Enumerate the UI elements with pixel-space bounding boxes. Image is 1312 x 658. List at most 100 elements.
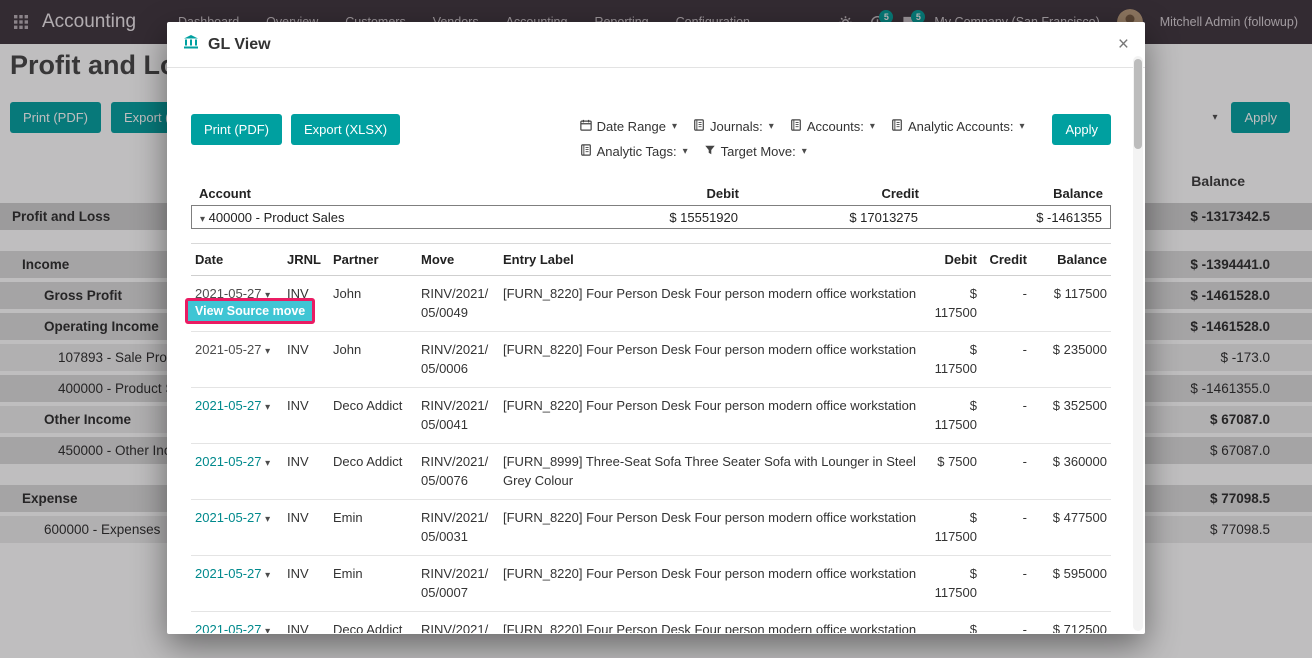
chevron-down-icon[interactable]: ▾ — [265, 346, 270, 357]
entry-move: RINV/2021/05/0046 — [417, 612, 499, 634]
entry-move: RINV/2021/05/0006 — [417, 332, 499, 388]
entry-label: [FURN_8999] Three-Seat Sofa Three Seater… — [499, 444, 925, 500]
gl-view-modal: GL View × Print (PDF) Export (XLSX) Date… — [167, 22, 1145, 634]
modal-title: GL View — [208, 36, 271, 54]
summary-header-account: Account — [199, 186, 549, 201]
entry-partner: John — [329, 332, 417, 388]
filter-line-2: Analytic Tags:▾Target Move:▾ — [580, 139, 1041, 164]
entry-balance: $ 352500 — [1031, 388, 1111, 444]
chevron-down-icon[interactable]: ▾ — [265, 514, 270, 525]
filter-label: Target Move: — [721, 139, 796, 164]
entry-balance: $ 235000 — [1031, 332, 1111, 388]
entry-date-link[interactable]: 2021-05-27 — [195, 510, 262, 525]
entry-balance: $ 595000 — [1031, 556, 1111, 612]
modal-scrollbar[interactable] — [1133, 56, 1143, 631]
entry-balance: $ 712500 — [1031, 612, 1111, 634]
gl-apply-button[interactable]: Apply — [1052, 114, 1111, 145]
entry-debit: $ 7500 — [925, 444, 981, 500]
chevron-down-icon: ▾ — [870, 114, 875, 139]
chevron-down-icon[interactable]: ▾ — [200, 214, 205, 225]
entry-jrnl: INV — [283, 332, 329, 388]
column-header-date: Date — [191, 244, 283, 276]
filter-line-1: Date Range▾Journals:▾Accounts:▾Analytic … — [580, 114, 1041, 139]
chevron-down-icon: ▾ — [683, 139, 688, 164]
journal-icon — [891, 114, 903, 139]
entry-credit: - — [981, 612, 1031, 634]
entry-partner: Deco Addict — [329, 388, 417, 444]
summary-header-credit: Credit — [739, 186, 919, 201]
entry-jrnl: INV — [283, 388, 329, 444]
filter-journals[interactable]: Journals:▾ — [693, 114, 774, 139]
entry-date-link[interactable]: 2021-05-27 — [195, 454, 262, 469]
entry-credit: - — [981, 332, 1031, 388]
entry-partner: Emin — [329, 500, 417, 556]
filter-label: Accounts: — [807, 114, 864, 139]
entry-date-link[interactable]: 2021-05-27 — [195, 566, 262, 581]
journal-icon — [790, 114, 802, 139]
entry-jrnl: INV — [283, 556, 329, 612]
entry-credit: - — [981, 556, 1031, 612]
entry-debit: $ 117500 — [925, 556, 981, 612]
bank-icon — [183, 34, 199, 55]
column-header-jrnl: JRNL — [283, 244, 329, 276]
column-header-debit: Debit — [925, 244, 981, 276]
entry-balance: $ 360000 — [1031, 444, 1111, 500]
entry-date-link[interactable]: 2021-05-27 — [195, 342, 262, 357]
entry-jrnl: INV — [283, 444, 329, 500]
calendar-icon — [580, 114, 592, 139]
entry-label: [FURN_8220] Four Person Desk Four person… — [499, 556, 925, 612]
summary-header-row: Account Debit Credit Balance — [191, 182, 1111, 204]
account-summary-row[interactable]: ▾ 400000 - Product Sales $ 15551920 $ 17… — [191, 205, 1111, 229]
view-source-move-annotation[interactable]: View Source move — [185, 298, 315, 324]
summary-credit: $ 17013275 — [738, 210, 918, 225]
gl-toolbar: Print (PDF) Export (XLSX) Date Range▾ Jou… — [191, 114, 1111, 164]
entry-date-link[interactable]: 2021-05-27 — [195, 622, 262, 633]
filter-analytic-accounts[interactable]: Analytic Accounts:▾ — [891, 114, 1025, 139]
entry-partner: Emin — [329, 556, 417, 612]
entry-debit: $ 117500 — [925, 388, 981, 444]
column-header-partner: Partner — [329, 244, 417, 276]
chevron-down-icon: ▾ — [672, 114, 677, 139]
gl-print-pdf-button[interactable]: Print (PDF) — [191, 114, 282, 145]
entry-label: [FURN_8220] Four Person Desk Four person… — [499, 388, 925, 444]
gl-entries-table: DateJRNLPartnerMoveEntry LabelDebitCredi… — [191, 243, 1111, 633]
gl-entry-row: 2021-05-27 ▾ INVJohnRINV/2021/05/0006[FUR… — [191, 332, 1111, 388]
close-icon[interactable]: × — [1118, 35, 1129, 54]
gl-export-xlsx-button[interactable]: Export (XLSX) — [291, 114, 400, 145]
scrollbar-thumb[interactable] — [1134, 59, 1142, 149]
gl-entry-row: 2021-05-27 ▾ INVEminRINV/2021/05/0007[FUR… — [191, 556, 1111, 612]
chevron-down-icon[interactable]: ▾ — [265, 570, 270, 581]
column-header-label: Entry Label — [499, 244, 925, 276]
filter-accounts[interactable]: Accounts:▾ — [790, 114, 875, 139]
entry-move: RINV/2021/05/0076 — [417, 444, 499, 500]
entry-date-link[interactable]: 2021-05-27 — [195, 398, 262, 413]
chevron-down-icon[interactable]: ▾ — [265, 626, 270, 633]
chevron-down-icon[interactable]: ▾ — [265, 402, 270, 413]
entry-label: [FURN_8220] Four Person Desk Four person… — [499, 612, 925, 634]
entry-label: [FURN_8220] Four Person Desk Four person… — [499, 276, 925, 332]
column-header-move: Move — [417, 244, 499, 276]
journal-icon — [580, 139, 592, 164]
gl-entry-row: 2021-05-27 ▾INVDeco AddictRINV/2021/05/0… — [191, 444, 1111, 500]
entry-debit: $ 117500 — [925, 500, 981, 556]
chevron-down-icon[interactable]: ▾ — [265, 458, 270, 469]
chevron-down-icon: ▾ — [1019, 114, 1024, 139]
filter-target-move[interactable]: Target Move:▾ — [704, 139, 807, 164]
filter-date-range[interactable]: Date Range▾ — [580, 114, 677, 139]
gl-entry-row: 2021-05-27 ▾INVJohnRINV/2021/05/0049[FUR… — [191, 276, 1111, 332]
gl-table-header-row: DateJRNLPartnerMoveEntry LabelDebitCredi… — [191, 244, 1111, 276]
summary-balance: $ -1461355 — [918, 210, 1102, 225]
filter-analytic-tags[interactable]: Analytic Tags:▾ — [580, 139, 688, 164]
entry-credit: - — [981, 388, 1031, 444]
filter-icon — [704, 139, 716, 164]
entry-move: RINV/2021/05/0031 — [417, 500, 499, 556]
entry-label: [FURN_8220] Four Person Desk Four person… — [499, 332, 925, 388]
summary-account: 400000 - Product Sales — [209, 210, 345, 225]
entry-jrnl: INV — [283, 612, 329, 634]
gl-filters: Date Range▾Journals:▾Accounts:▾Analytic … — [580, 114, 1041, 164]
entry-move: RINV/2021/05/0049 — [417, 276, 499, 332]
entry-jrnl: INV — [283, 500, 329, 556]
chevron-down-icon: ▾ — [769, 114, 774, 139]
gl-entry-row: 2021-05-27 ▾INVDeco AddictRINV/2021/05/0… — [191, 612, 1111, 634]
entry-move: RINV/2021/05/0007 — [417, 556, 499, 612]
